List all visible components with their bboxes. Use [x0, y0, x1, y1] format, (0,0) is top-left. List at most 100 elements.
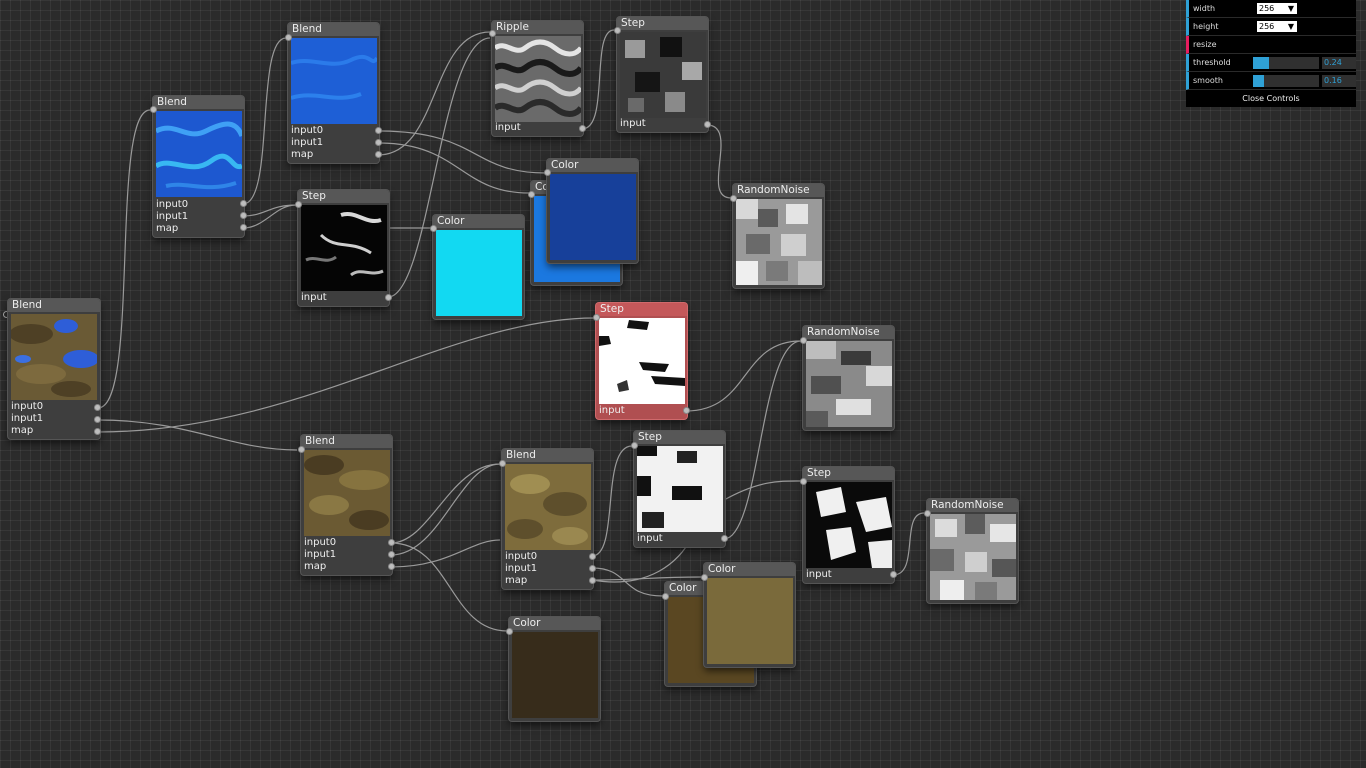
node-title[interactable]: RandomNoise: [927, 499, 1018, 512]
blend-node-blue-1[interactable]: Blend input0 input1 map: [150, 96, 247, 237]
node-title[interactable]: Color: [433, 215, 524, 228]
color-node-cyan[interactable]: Color: [430, 215, 524, 319]
input-connector[interactable]: [579, 125, 586, 132]
output-connector[interactable]: [924, 510, 931, 517]
step-node-top[interactable]: Step input: [614, 17, 711, 132]
input0-connector[interactable]: [375, 127, 382, 134]
map-connector[interactable]: [94, 428, 101, 435]
height-select[interactable]: 256 ▼: [1257, 21, 1297, 32]
node-title[interactable]: Ripple: [492, 21, 583, 34]
node-title[interactable]: Step: [803, 467, 894, 480]
output-connector[interactable]: [800, 478, 807, 485]
blend-node-main[interactable]: Blend input0 input1 map: [8, 299, 101, 439]
width-select[interactable]: 256 ▼: [1257, 3, 1297, 14]
node-title[interactable]: Color: [509, 617, 600, 630]
step-node-low[interactable]: Step input: [800, 467, 897, 583]
input1-connector[interactable]: [240, 212, 247, 219]
output-connector[interactable]: [701, 574, 708, 581]
color-swatch: [550, 174, 636, 260]
node-title[interactable]: Color: [547, 159, 638, 172]
input-connector[interactable]: [683, 407, 690, 414]
node-title[interactable]: Step: [634, 431, 725, 444]
port-map: map: [291, 149, 314, 160]
input1-connector[interactable]: [589, 565, 596, 572]
node-title[interactable]: Step: [596, 303, 687, 316]
port-input1: input1: [156, 211, 189, 222]
randomnoise-node-top[interactable]: RandomNoise: [730, 184, 824, 288]
input0-connector[interactable]: [240, 200, 247, 207]
noise-preview: [806, 341, 892, 427]
close-controls-button[interactable]: Close Controls: [1186, 91, 1356, 107]
node-title[interactable]: Step: [298, 190, 389, 203]
smooth-slider-fill: [1253, 75, 1264, 87]
threshold-input[interactable]: 0.24: [1322, 57, 1356, 69]
color-node-blue-front[interactable]: Color: [544, 159, 638, 263]
map-connector[interactable]: [589, 577, 596, 584]
node-title[interactable]: Blend: [502, 449, 593, 462]
output-connector[interactable]: [150, 106, 157, 113]
output-connector[interactable]: [800, 337, 807, 344]
output-connector[interactable]: [499, 460, 506, 467]
ripple-node[interactable]: Ripple input: [489, 21, 586, 136]
input1-connector[interactable]: [375, 139, 382, 146]
node-title[interactable]: Step: [617, 17, 708, 30]
output-connector[interactable]: [730, 195, 737, 202]
input-connector[interactable]: [721, 535, 728, 542]
input1-connector[interactable]: [94, 416, 101, 423]
output-connector[interactable]: [631, 442, 638, 449]
input-connector[interactable]: [890, 571, 897, 578]
map-connector[interactable]: [240, 224, 247, 231]
output-connector[interactable]: [489, 30, 496, 37]
node-title[interactable]: Blend: [288, 23, 379, 36]
node-title[interactable]: Blend: [301, 435, 392, 448]
output-connector[interactable]: [544, 169, 551, 176]
output-connector[interactable]: [506, 628, 513, 635]
output-connector[interactable]: [298, 446, 305, 453]
blend-node-brown-2[interactable]: Blend input0 input1 map: [499, 449, 596, 589]
resize-button[interactable]: resize: [1186, 36, 1356, 54]
smooth-slider[interactable]: [1253, 75, 1319, 87]
smooth-input[interactable]: 0.16: [1322, 75, 1356, 87]
step-preview: [301, 205, 387, 291]
output-connector[interactable]: [285, 34, 292, 41]
resize-label: resize: [1193, 40, 1217, 49]
blend-node-blue-2[interactable]: Blend input0 input1 map: [285, 23, 382, 163]
randomnoise-node-low[interactable]: RandomNoise: [924, 499, 1018, 603]
node-title[interactable]: RandomNoise: [803, 326, 894, 339]
output-connector[interactable]: [430, 225, 437, 232]
step-node-mid[interactable]: Step input: [631, 431, 728, 547]
color-node-olive-front[interactable]: Color: [701, 563, 795, 667]
input0-connector[interactable]: [589, 553, 596, 560]
blend-node-brown-1[interactable]: Blend input0 input1 map: [298, 435, 395, 575]
input1-connector[interactable]: [388, 551, 395, 558]
map-connector[interactable]: [388, 563, 395, 570]
width-control: width 256 ▼: [1186, 0, 1356, 18]
port-map: map: [11, 425, 34, 436]
dropdown-arrow-icon: ▼: [1287, 4, 1294, 13]
output-connector[interactable]: [614, 27, 621, 34]
output-connector[interactable]: [295, 201, 302, 208]
port-input1: input1: [505, 563, 538, 574]
output-connector[interactable]: [593, 314, 600, 321]
output-connector[interactable]: [662, 593, 669, 600]
input0-connector[interactable]: [94, 404, 101, 411]
node-title[interactable]: Blend: [153, 96, 244, 109]
node-title[interactable]: RandomNoise: [733, 184, 824, 197]
node-title[interactable]: Color: [704, 563, 795, 576]
color-node-dark[interactable]: Color: [506, 617, 600, 721]
input-connector[interactable]: [704, 121, 711, 128]
randomnoise-node-mid[interactable]: RandomNoise: [800, 326, 894, 430]
port-input0: input0: [291, 125, 324, 136]
step-node-blue[interactable]: Step input: [295, 190, 392, 306]
node-title[interactable]: Blend: [8, 299, 100, 312]
controls-panel: width 256 ▼ height 256 ▼ resize threshol…: [1186, 0, 1356, 107]
step-node-selected[interactable]: Step input: [593, 303, 690, 419]
output-connector[interactable]: [528, 191, 535, 198]
input-connector[interactable]: [385, 294, 392, 301]
map-connector[interactable]: [375, 151, 382, 158]
input0-connector[interactable]: [388, 539, 395, 546]
threshold-slider[interactable]: [1253, 57, 1319, 69]
color-swatch: [436, 230, 522, 316]
port-map: map: [304, 561, 327, 572]
threshold-control: threshold 0.24: [1186, 54, 1356, 72]
